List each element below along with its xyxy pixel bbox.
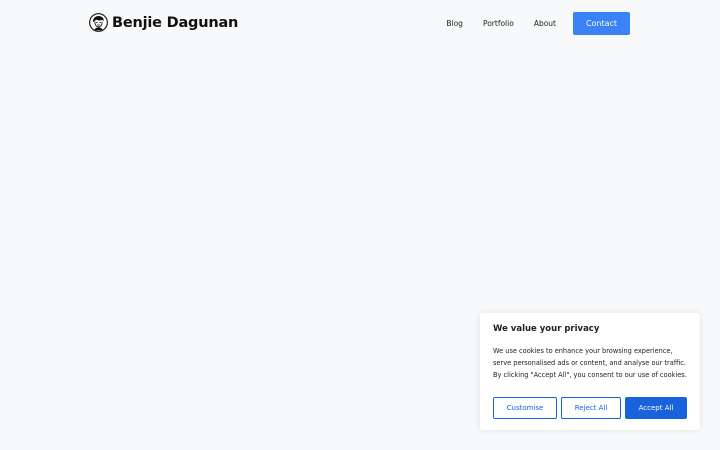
nav-link-about[interactable]: About: [534, 12, 556, 35]
avatar-illustration-icon: [89, 13, 108, 32]
nav-link-portfolio[interactable]: Portfolio: [483, 12, 514, 35]
nav-link-blog[interactable]: Blog: [446, 12, 463, 35]
brand-name: Benjie Dagunan: [112, 14, 239, 31]
page: Benjie Dagunan Blog Portfolio About Cont…: [0, 0, 720, 450]
site-header: Benjie Dagunan Blog Portfolio About Cont…: [0, 0, 720, 46]
reject-all-button[interactable]: Reject All: [561, 397, 621, 419]
customise-button[interactable]: Customise: [493, 397, 557, 419]
main-nav: Blog Portfolio About Contact: [446, 12, 630, 35]
accept-all-button[interactable]: Accept All: [625, 397, 687, 419]
cookie-banner-title: We value your privacy: [493, 324, 600, 334]
contact-button[interactable]: Contact: [573, 12, 630, 35]
cookie-banner-actions: Customise Reject All Accept All: [493, 397, 687, 419]
cookie-banner-message: We use cookies to enhance your browsing …: [493, 347, 687, 379]
brand-link[interactable]: Benjie Dagunan: [89, 13, 238, 32]
cookie-consent-banner: We value your privacy We use cookies to …: [480, 313, 700, 430]
